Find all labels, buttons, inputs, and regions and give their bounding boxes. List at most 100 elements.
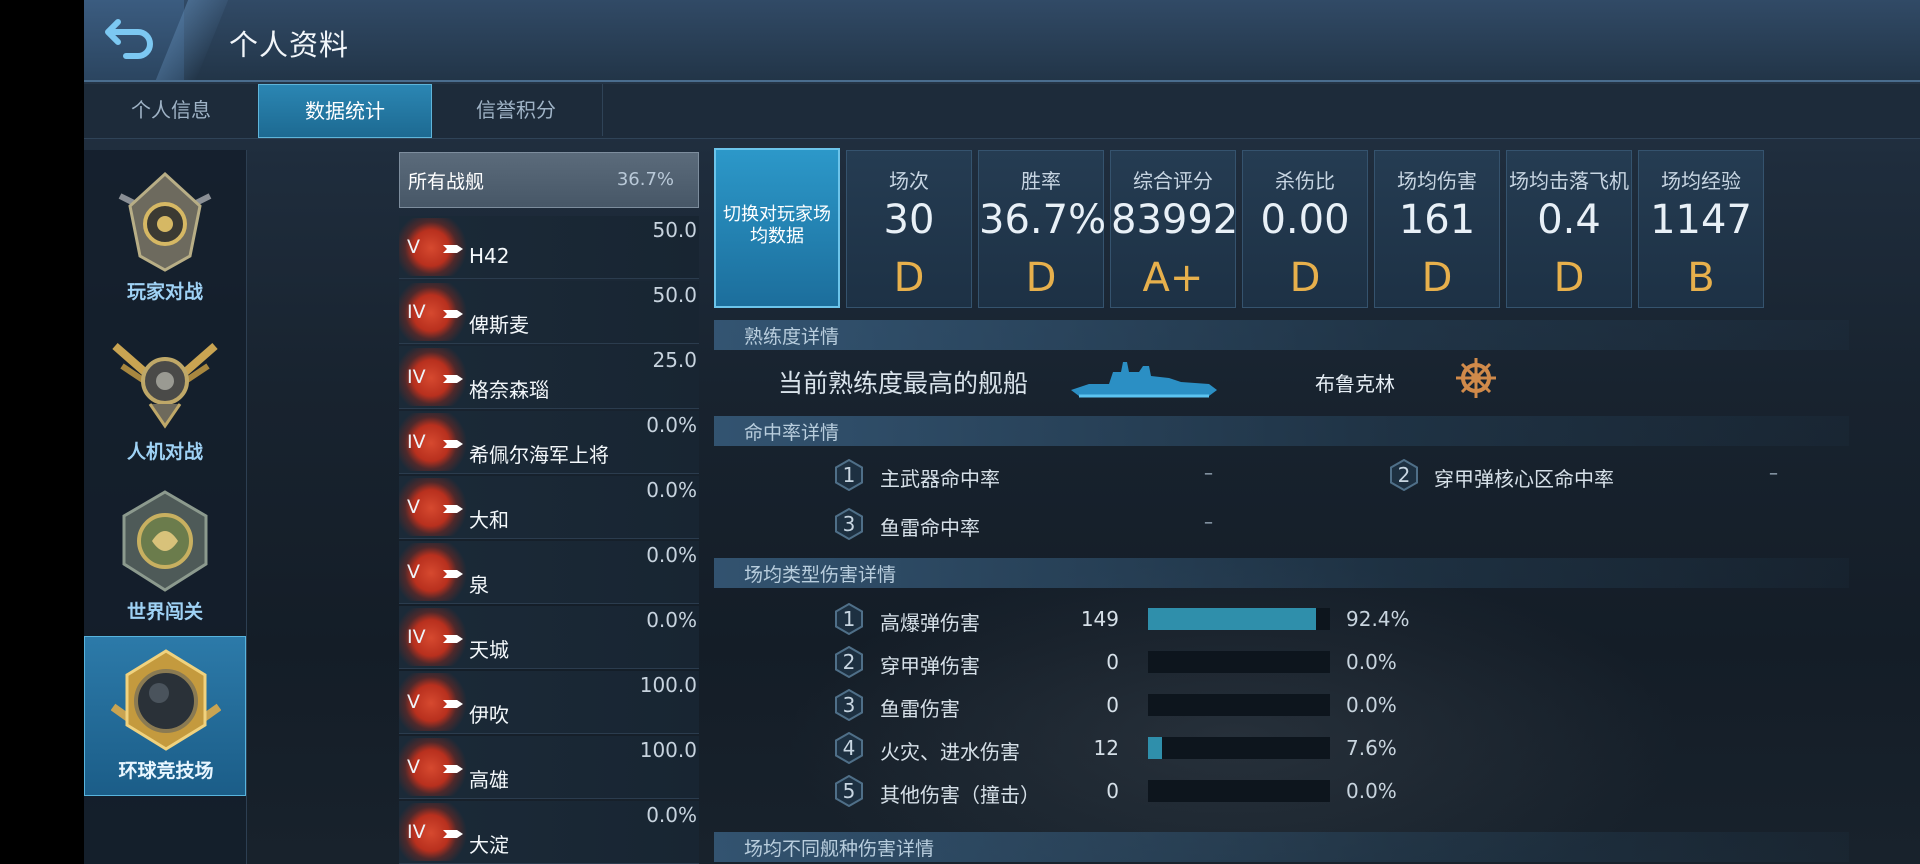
index-number: 3 <box>842 512 856 536</box>
damage-value: 12 <box>1093 736 1119 760</box>
shiptype-damage-section-title: 场均不同舰种伤害详情 <box>744 838 935 860</box>
ship-row[interactable]: V 高雄 100.0 <box>399 736 699 799</box>
stat-value: 161 <box>1398 197 1476 243</box>
ship-win-rate: 0.0% <box>646 413 697 437</box>
ship-name: 高雄 <box>469 768 509 792</box>
ship-name: 大和 <box>469 508 509 532</box>
stat-value: 83992 <box>1111 197 1239 243</box>
ship-win-rate: 0.0% <box>646 478 697 502</box>
stat-label: 场均经验 <box>1661 169 1741 193</box>
ship-win-rate: 100.0 <box>639 673 697 697</box>
ship-row[interactable]: V 大和 0.0% <box>399 476 699 539</box>
hitrate-value: – <box>1204 512 1213 533</box>
damage-percent: 0.0% <box>1346 693 1397 717</box>
ship-row[interactable]: IV 天城 0.0% <box>399 606 699 669</box>
stat-card: 场均伤害 161 D <box>1374 150 1500 308</box>
ship-row[interactable]: IV 格奈森瑙 25.0 <box>399 346 699 409</box>
stat-label: 综合评分 <box>1133 169 1213 193</box>
ship-win-rate: 0.0% <box>646 543 697 567</box>
ship-class-icon <box>443 765 463 773</box>
damage-value: 0 <box>1106 650 1119 674</box>
ship-list: 所有战舰 36.7% V H42 50.0 IV 俾斯麦 50.0 IV 格奈森瑙 25.0 IV… <box>399 150 699 864</box>
ship-class-icon <box>443 375 463 383</box>
mode-global-arena[interactable]: 环球竞技场 <box>84 636 246 796</box>
all-ships-row[interactable]: 所有战舰 36.7% <box>399 152 699 208</box>
pve-emblem-icon <box>112 342 218 429</box>
stat-label: 场均伤害 <box>1397 169 1477 193</box>
ship-wheel-icon <box>1456 358 1496 398</box>
hitrate-value: – <box>1204 463 1213 484</box>
ship-row[interactable]: IV 大淀 0.0% <box>399 801 699 864</box>
ship-win-rate: 0.0% <box>646 608 697 632</box>
switch-player-data-button[interactable]: 切换对玩家场均数据 <box>714 148 840 308</box>
ship-tier: IV <box>407 301 426 323</box>
ship-row[interactable]: IV 俾斯麦 50.0 <box>399 281 699 344</box>
ship-tier: V <box>407 236 420 258</box>
damage-bar <box>1148 651 1330 673</box>
ship-row[interactable]: IV 希佩尔海军上将 0.0% <box>399 411 699 474</box>
tab-reputation[interactable]: 信誉积分 <box>430 84 603 136</box>
mode-pvp-label: 玩家对战 <box>126 281 203 303</box>
mastery-section-header: 熟练度详情 <box>714 320 1849 350</box>
stat-card: 场次 30 D <box>846 150 972 308</box>
damage-percent: 7.6% <box>1346 736 1397 760</box>
hitrate-value: – <box>1769 463 1778 484</box>
index-number: 5 <box>842 779 856 803</box>
stat-grade: D <box>1289 255 1321 301</box>
stat-value: 36.7% <box>979 197 1107 243</box>
ship-row[interactable]: V 泉 0.0% <box>399 541 699 604</box>
mastery-ship-name: 布鲁克林 <box>1315 372 1395 396</box>
all-ships-label: 所有战舰 <box>408 171 485 193</box>
index-badge: 4 <box>834 732 864 764</box>
ship-win-rate: 50.0 <box>652 218 697 242</box>
mode-pve[interactable]: 人机对战 <box>84 316 246 476</box>
tab-personal-info[interactable]: 个人信息 <box>84 84 259 136</box>
mode-sidebar: 玩家对战 人机对战 世界闯关 环球竞技场 <box>84 150 247 864</box>
mode-pvp[interactable]: 玩家对战 <box>84 156 246 316</box>
ship-name: 天城 <box>469 638 509 662</box>
ship-name: 伊吹 <box>469 703 509 727</box>
ship-row[interactable]: V H42 50.0 <box>399 216 699 279</box>
ship-name: 泉 <box>469 573 489 597</box>
mastery-label: 当前熟练度最高的舰船 <box>778 369 1029 398</box>
index-badge: 1 <box>834 459 864 491</box>
profile-screen: 个人资料 个人信息 数据统计 信誉积分 玩家对战 人机对战 世界闯关 环球竞技场… <box>84 0 1920 864</box>
index-number: 4 <box>842 736 856 760</box>
stat-grade: A+ <box>1142 255 1204 301</box>
damage-bar <box>1148 780 1330 802</box>
damage-value: 149 <box>1080 607 1119 631</box>
ship-class-icon <box>443 830 463 838</box>
damage-section-title: 场均类型伤害详情 <box>744 564 897 586</box>
index-badge: 2 <box>834 646 864 678</box>
arena-emblem-icon <box>111 649 221 751</box>
stat-value: 30 <box>883 197 935 243</box>
ship-tier: IV <box>407 431 426 453</box>
damage-label: 穿甲弹伤害 <box>880 654 980 678</box>
stat-label: 场均击落飞机 <box>1509 169 1629 193</box>
ship-name: 格奈森瑙 <box>469 378 549 402</box>
tab-data-stats[interactable]: 数据统计 <box>258 84 432 138</box>
back-arrow-icon[interactable] <box>104 14 160 62</box>
stat-card: 场均经验 1147 B <box>1638 150 1764 308</box>
hitrate-label: 鱼雷命中率 <box>880 516 980 540</box>
stat-value: 0.00 <box>1260 197 1350 243</box>
index-number: 3 <box>842 693 856 717</box>
ship-tier: V <box>407 496 420 518</box>
ship-class-icon <box>443 310 463 318</box>
index-number: 2 <box>1397 463 1411 487</box>
damage-percent: 92.4% <box>1346 607 1410 631</box>
stat-label: 胜率 <box>1021 169 1061 193</box>
damage-section-header: 场均类型伤害详情 <box>714 558 1849 588</box>
ship-silhouette-icon <box>1071 362 1217 398</box>
stat-value: 0.4 <box>1537 197 1601 243</box>
mode-world-campaign[interactable]: 世界闯关 <box>84 476 246 636</box>
ship-tier: IV <box>407 821 426 843</box>
ship-class-icon <box>443 440 463 448</box>
ship-row[interactable]: V 伊吹 100.0 <box>399 671 699 734</box>
ship-name: 大淀 <box>469 833 509 857</box>
hitrate-label: 主武器命中率 <box>880 467 1000 491</box>
hitrate-section-header: 命中率详情 <box>714 416 1849 446</box>
ship-tier: IV <box>407 626 426 648</box>
hitrate-section-title: 命中率详情 <box>744 422 840 444</box>
stat-label: 场次 <box>889 169 929 193</box>
